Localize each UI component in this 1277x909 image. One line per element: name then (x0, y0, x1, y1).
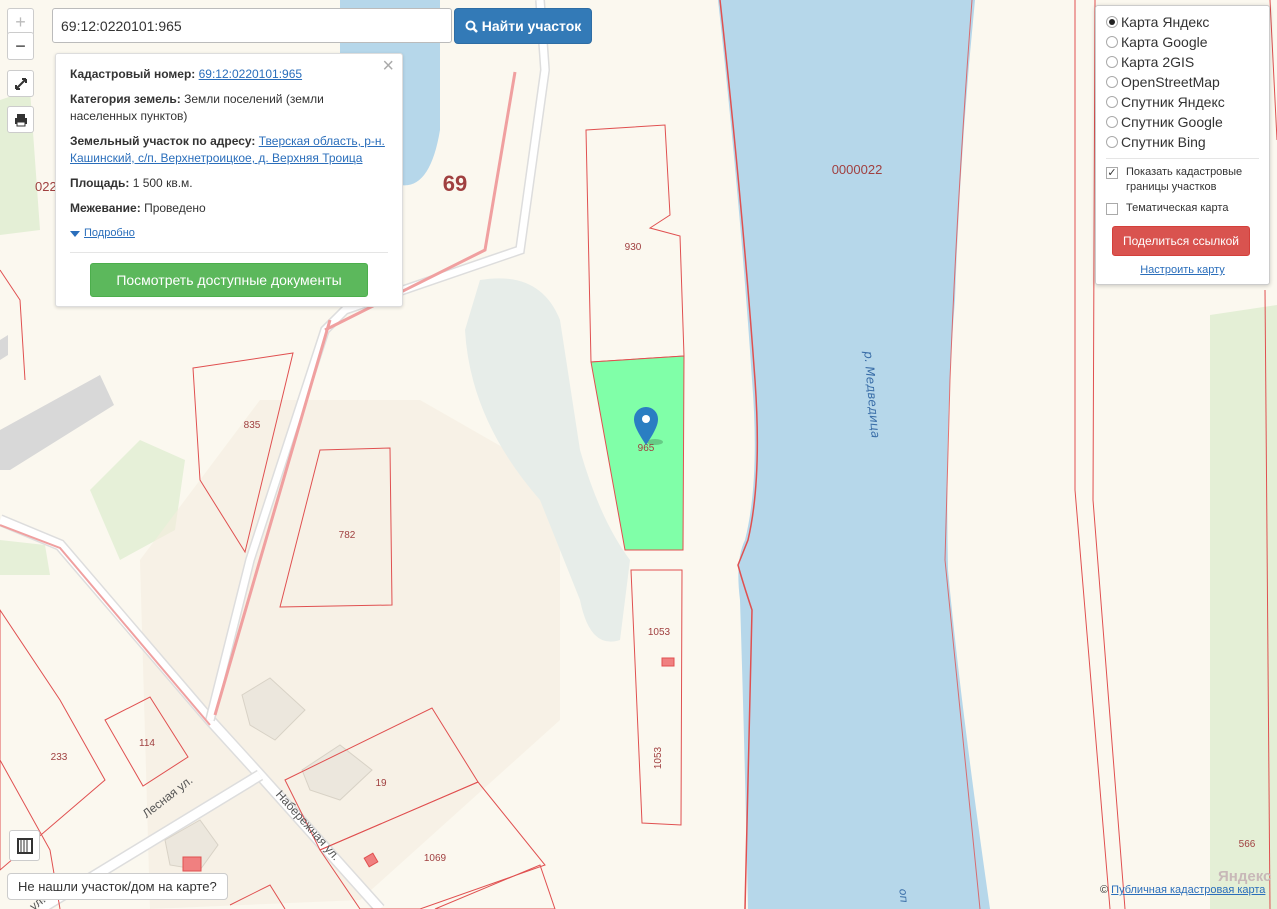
expand-icon (14, 77, 27, 90)
not-found-help-button[interactable]: Не нашли участок/дом на карте? (7, 873, 228, 900)
parcel-19-label: 19 (375, 778, 387, 789)
show-borders-toggle[interactable]: ✓ Показать кадастровые границы участков (1106, 165, 1269, 195)
checkbox[interactable] (1106, 203, 1118, 215)
zoom-out-button[interactable]: − (7, 32, 34, 60)
parcel-782-label: 782 (339, 530, 356, 541)
view-documents-button[interactable]: Посмотреть доступные документы (90, 263, 368, 297)
survey-value: Проведено (144, 201, 206, 215)
parcel-info-panel: × Кадастровый номер: 69:12:0220101:965 К… (55, 53, 403, 307)
radio-button[interactable] (1106, 96, 1118, 108)
category-row: Категория земель: Земли поселений (земли… (70, 91, 388, 125)
layer-option-label: OpenStreetMap (1121, 74, 1220, 90)
address-row: Земельный участок по адресу: Тверская об… (70, 133, 388, 167)
parcel-1053-vertical-label: 1053 (653, 746, 664, 769)
checkbox-checked[interactable]: ✓ (1106, 167, 1118, 179)
copyright-symbol: © (1100, 884, 1109, 896)
layer-option-label: Спутник Bing (1121, 134, 1206, 150)
area-row: Площадь: 1 500 кв.м. (70, 175, 388, 192)
layer-option-label: Спутник Google (1121, 114, 1223, 130)
caret-down-icon (70, 230, 80, 237)
find-parcel-label: Найти участок (481, 18, 582, 34)
layer-option-label: Карта 2GIS (1121, 54, 1195, 70)
thematic-map-toggle[interactable]: Тематическая карта (1106, 201, 1269, 216)
parcel-1069-label: 1069 (424, 853, 447, 864)
layer-option-2gis-map[interactable]: Карта 2GIS (1106, 52, 1269, 72)
thematic-map-label: Тематическая карта (1126, 202, 1229, 214)
layer-option-google-map[interactable]: Карта Google (1106, 32, 1269, 52)
map-legend-button[interactable] (9, 830, 40, 861)
printer-icon (14, 113, 27, 126)
address-label: Земельный участок по адресу: (70, 134, 256, 148)
parcel-small[interactable] (182, 856, 202, 872)
green-area (1210, 305, 1277, 909)
green-area (0, 540, 50, 575)
map-credit: © Публичная кадастровая карта (1100, 884, 1265, 896)
parcel-small[interactable] (661, 657, 675, 667)
parcel-566-label: 566 (1239, 839, 1256, 850)
radio-button[interactable] (1106, 36, 1118, 48)
radio-button[interactable] (1106, 116, 1118, 128)
district-label: 0000022 (832, 162, 883, 177)
cadastral-number-row: Кадастровый номер: 69:12:0220101:965 (70, 66, 388, 83)
survey-row: Межевание: Проведено (70, 200, 388, 217)
parcel-835-label: 835 (244, 420, 261, 431)
legend-icon (16, 837, 33, 854)
radio-button[interactable] (1106, 76, 1118, 88)
details-label: Подробно (84, 227, 135, 239)
layer-option-yandex-satellite[interactable]: Спутник Яндекс (1106, 92, 1269, 112)
parcel-930-label: 930 (625, 242, 642, 253)
layer-option-label: Карта Google (1121, 34, 1208, 50)
parcel-1053-label: 1053 (648, 627, 671, 638)
radio-button[interactable] (1106, 136, 1118, 148)
area-value: 1 500 кв.м. (132, 176, 193, 190)
details-toggle[interactable]: Подробно (70, 225, 388, 242)
layer-option-label: Спутник Яндекс (1121, 94, 1225, 110)
parcel-114-label: 114 (139, 738, 155, 749)
radio-button[interactable] (1106, 16, 1118, 28)
survey-label: Межевание: (70, 201, 141, 215)
river-bottom-label: оп (896, 888, 910, 903)
quarter-number-label: 69 (443, 171, 467, 196)
area-label: Площадь: (70, 176, 130, 190)
map-layers-panel: Карта Яндекс Карта Google Карта 2GIS Ope… (1095, 5, 1270, 285)
layer-option-google-satellite[interactable]: Спутник Google (1106, 112, 1269, 132)
show-borders-label: Показать кадастровые границы участков (1126, 166, 1243, 193)
share-link-button[interactable]: Поделиться ссылкой (1112, 226, 1250, 256)
fullscreen-button[interactable] (7, 70, 34, 97)
find-parcel-button[interactable]: Найти участок (454, 8, 592, 44)
print-button[interactable] (7, 106, 34, 133)
configure-map-link[interactable]: Настроить карту (1106, 264, 1269, 276)
category-label: Категория земель: (70, 92, 181, 106)
parcel-233-label: 233 (51, 752, 68, 763)
divider (1106, 158, 1259, 159)
divider (70, 252, 388, 253)
yandex-logo: Яндекс (1218, 868, 1272, 885)
cadastral-map-link[interactable]: Публичная кадастровая карта (1111, 884, 1265, 896)
layer-option-label: Карта Яндекс (1121, 14, 1210, 30)
layer-option-bing-satellite[interactable]: Спутник Bing (1106, 132, 1269, 152)
cadastral-number-link[interactable]: 69:12:0220101:965 (199, 67, 302, 81)
close-icon[interactable]: × (382, 56, 394, 76)
layer-option-yandex-map[interactable]: Карта Яндекс (1106, 12, 1269, 32)
search-icon (465, 20, 478, 33)
layer-option-osm[interactable]: OpenStreetMap (1106, 72, 1269, 92)
cadastral-number-label: Кадастровый номер: (70, 67, 196, 81)
cadastral-search-input[interactable] (52, 8, 452, 43)
radio-button[interactable] (1106, 56, 1118, 68)
